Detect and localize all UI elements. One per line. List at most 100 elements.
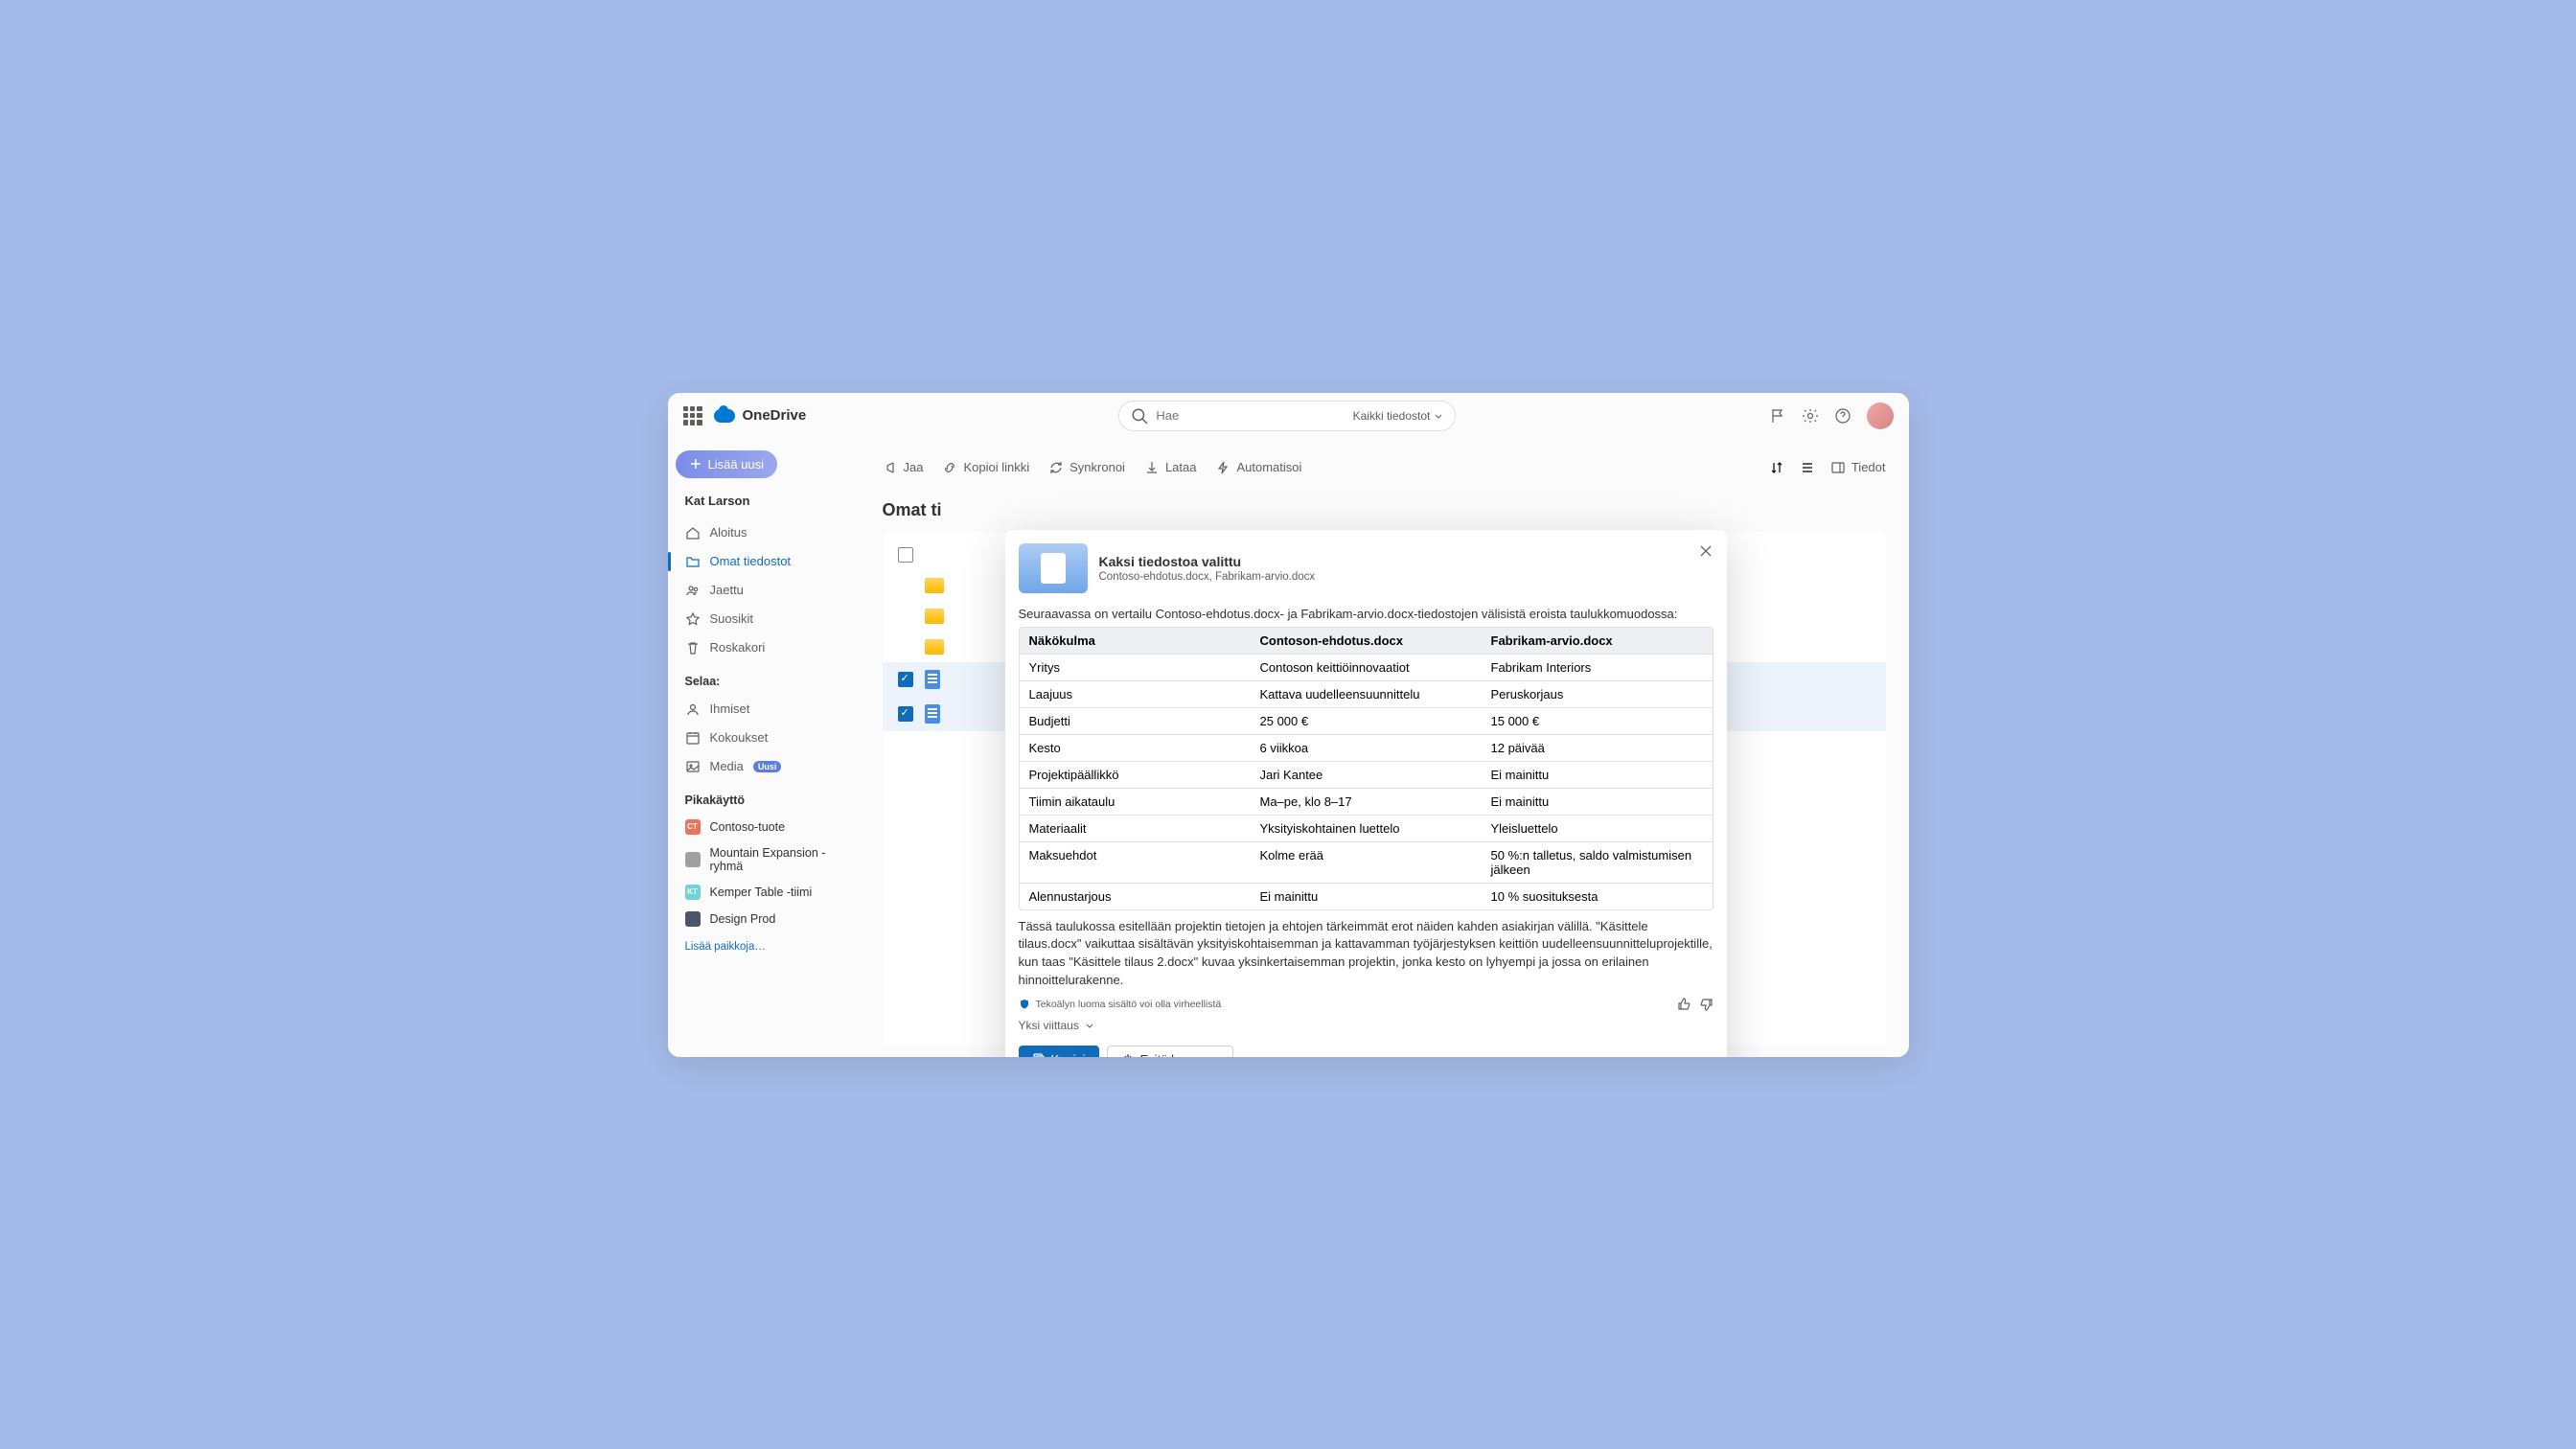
table-cell: Kolme erää [1251,842,1482,884]
quickaccess-item-contoso[interactable]: CT Contoso-tuote [676,815,852,840]
star-icon [685,611,701,627]
browse-heading: Selaa: [676,663,852,694]
flag-icon[interactable] [1769,407,1786,425]
home-icon [685,525,701,540]
sort-icon[interactable] [1769,460,1784,475]
modal-intro-text: Seuraavassa on vertailu Contoso-ehdotus.… [1019,607,1714,621]
table-cell: Budjetti [1020,708,1251,735]
toolbar: Jaa Kopioi linkki Synkronoi Lataa Automa… [883,450,1886,485]
settings-icon[interactable] [1802,407,1819,425]
table-cell: Laajuus [1020,681,1251,708]
sidebar-item-home[interactable]: Aloitus [676,519,852,546]
share-icon [883,460,898,475]
table-cell: Tiimin aikataulu [1020,789,1251,816]
folder-icon [925,578,944,593]
thumbs-up-icon[interactable] [1677,998,1690,1011]
table-cell: 25 000 € [1251,708,1482,735]
sidebar-user-name: Kat Larson [676,488,852,518]
trash-icon [685,640,701,656]
table-cell: 15 000 € [1482,708,1713,735]
table-cell: Ei mainittu [1482,762,1713,789]
table-cell: 6 viikkoa [1251,735,1482,762]
copy-link-button[interactable]: Kopioi linkki [942,460,1029,475]
select-all-checkbox[interactable] [898,547,913,563]
table-cell: 12 päivää [1482,735,1713,762]
plus-icon [689,457,702,471]
word-doc-icon [925,704,940,724]
table-cell: Alennustarjous [1020,884,1251,909]
sidebar-item-meetings[interactable]: Kokoukset [676,724,852,751]
people-icon [685,583,701,598]
table-row: MateriaalitYksityiskohtainen luetteloYle… [1020,816,1713,842]
folder-icon [925,609,944,624]
table-cell: Materiaalit [1020,816,1251,842]
row-checkbox[interactable] [898,672,913,687]
link-icon [942,460,957,475]
new-button[interactable]: Lisää uusi [676,450,778,478]
calendar-icon [685,730,701,746]
flow-icon [1215,460,1230,475]
onedrive-cloud-icon [714,409,735,423]
sync-button[interactable]: Synkronoi [1048,460,1125,475]
search-input[interactable] [1156,408,1345,423]
modal-subtitle: Contoso-ehdotus.docx, Fabrikam-arvio.doc… [1099,571,1316,583]
download-icon [1144,460,1160,475]
table-row: MaksuehdotKolme erää50 %:n talletus, sal… [1020,842,1713,884]
copy-button[interactable]: Kopioi [1019,1046,1099,1057]
word-doc-icon [925,670,940,689]
sparkle-icon [1121,1052,1135,1056]
quickaccess-item-mountain[interactable]: Mountain Expansion -ryhmä [676,841,852,878]
more-places-link[interactable]: Lisää paikkoja… [676,933,852,960]
table-cell: Maksuehdot [1020,842,1251,884]
shield-icon [1019,999,1030,1010]
compare-modal: Kaksi tiedostoa valittu Contoso-ehdotus.… [1005,530,1727,1057]
help-icon[interactable] [1834,407,1852,425]
modal-header: Kaksi tiedostoa valittu Contoso-ehdotus.… [1019,543,1714,593]
search-scope-dropdown[interactable]: Kaikki tiedostot [1353,409,1444,423]
sync-icon [1048,460,1064,475]
user-avatar[interactable] [1867,402,1894,429]
row-checkbox[interactable] [898,706,913,722]
table-cell: Fabrikam Interiors [1482,655,1713,681]
page-title: Omat ti [883,500,1886,520]
sidebar-item-people[interactable]: Ihmiset [676,696,852,723]
sidebar-item-recycle[interactable]: Roskakori [676,634,852,661]
table-row: AlennustarjousEi mainittu10 % suositukse… [1020,884,1713,909]
table-cell: 10 % suosituksesta [1482,884,1713,909]
ask-question-button[interactable]: Esitä kysymys [1107,1046,1233,1057]
view-icon[interactable] [1800,460,1815,475]
team-avatar-icon [685,852,701,867]
info-icon [1830,460,1846,475]
search-box[interactable]: Kaikki tiedostot [1118,401,1456,431]
automate-button[interactable]: Automatisoi [1215,460,1301,475]
table-cell: Peruskorjaus [1482,681,1713,708]
sidebar-item-media[interactable]: Media Uusi [676,753,852,780]
close-icon[interactable] [1698,543,1714,559]
search-icon [1131,407,1148,425]
table-row: ProjektipäällikköJari KanteeEi mainittu [1020,762,1713,789]
download-button[interactable]: Lataa [1144,460,1197,475]
folder-icon [925,639,944,655]
share-button[interactable]: Jaa [883,460,924,475]
sidebar-item-shared[interactable]: Jaettu [676,577,852,604]
new-badge: Uusi [753,761,782,772]
table-cell: Contoson keittiöinnovaatiot [1251,655,1482,681]
table-row: YritysContoson keittiöinnovaatiotFabrika… [1020,655,1713,681]
waffle-icon[interactable] [683,406,702,426]
table-row: Kesto6 viikkoa12 päivää [1020,735,1713,762]
reference-toggle[interactable]: Yksi viittaus [1019,1019,1714,1032]
table-cell: Projektipäällikkö [1020,762,1251,789]
table-row: Tiimin aikatauluMa–pe, klo 8–17Ei mainit… [1020,789,1713,816]
brand: OneDrive [714,407,807,424]
brand-name: OneDrive [743,407,807,424]
quickaccess-item-design[interactable]: Design Prod [676,907,852,932]
folder-icon [685,554,701,569]
table-cell: Jari Kantee [1251,762,1482,789]
table-cell: Kesto [1020,735,1251,762]
sidebar-item-my-files[interactable]: Omat tiedostot [676,548,852,575]
thumbs-down-icon[interactable] [1700,998,1714,1011]
quickaccess-item-kemper[interactable]: KT Kemper Table -tiimi [676,880,852,905]
sidebar-item-favorites[interactable]: Suosikit [676,606,852,632]
details-button[interactable]: Tiedot [1830,460,1886,475]
table-row: Budjetti25 000 €15 000 € [1020,708,1713,735]
